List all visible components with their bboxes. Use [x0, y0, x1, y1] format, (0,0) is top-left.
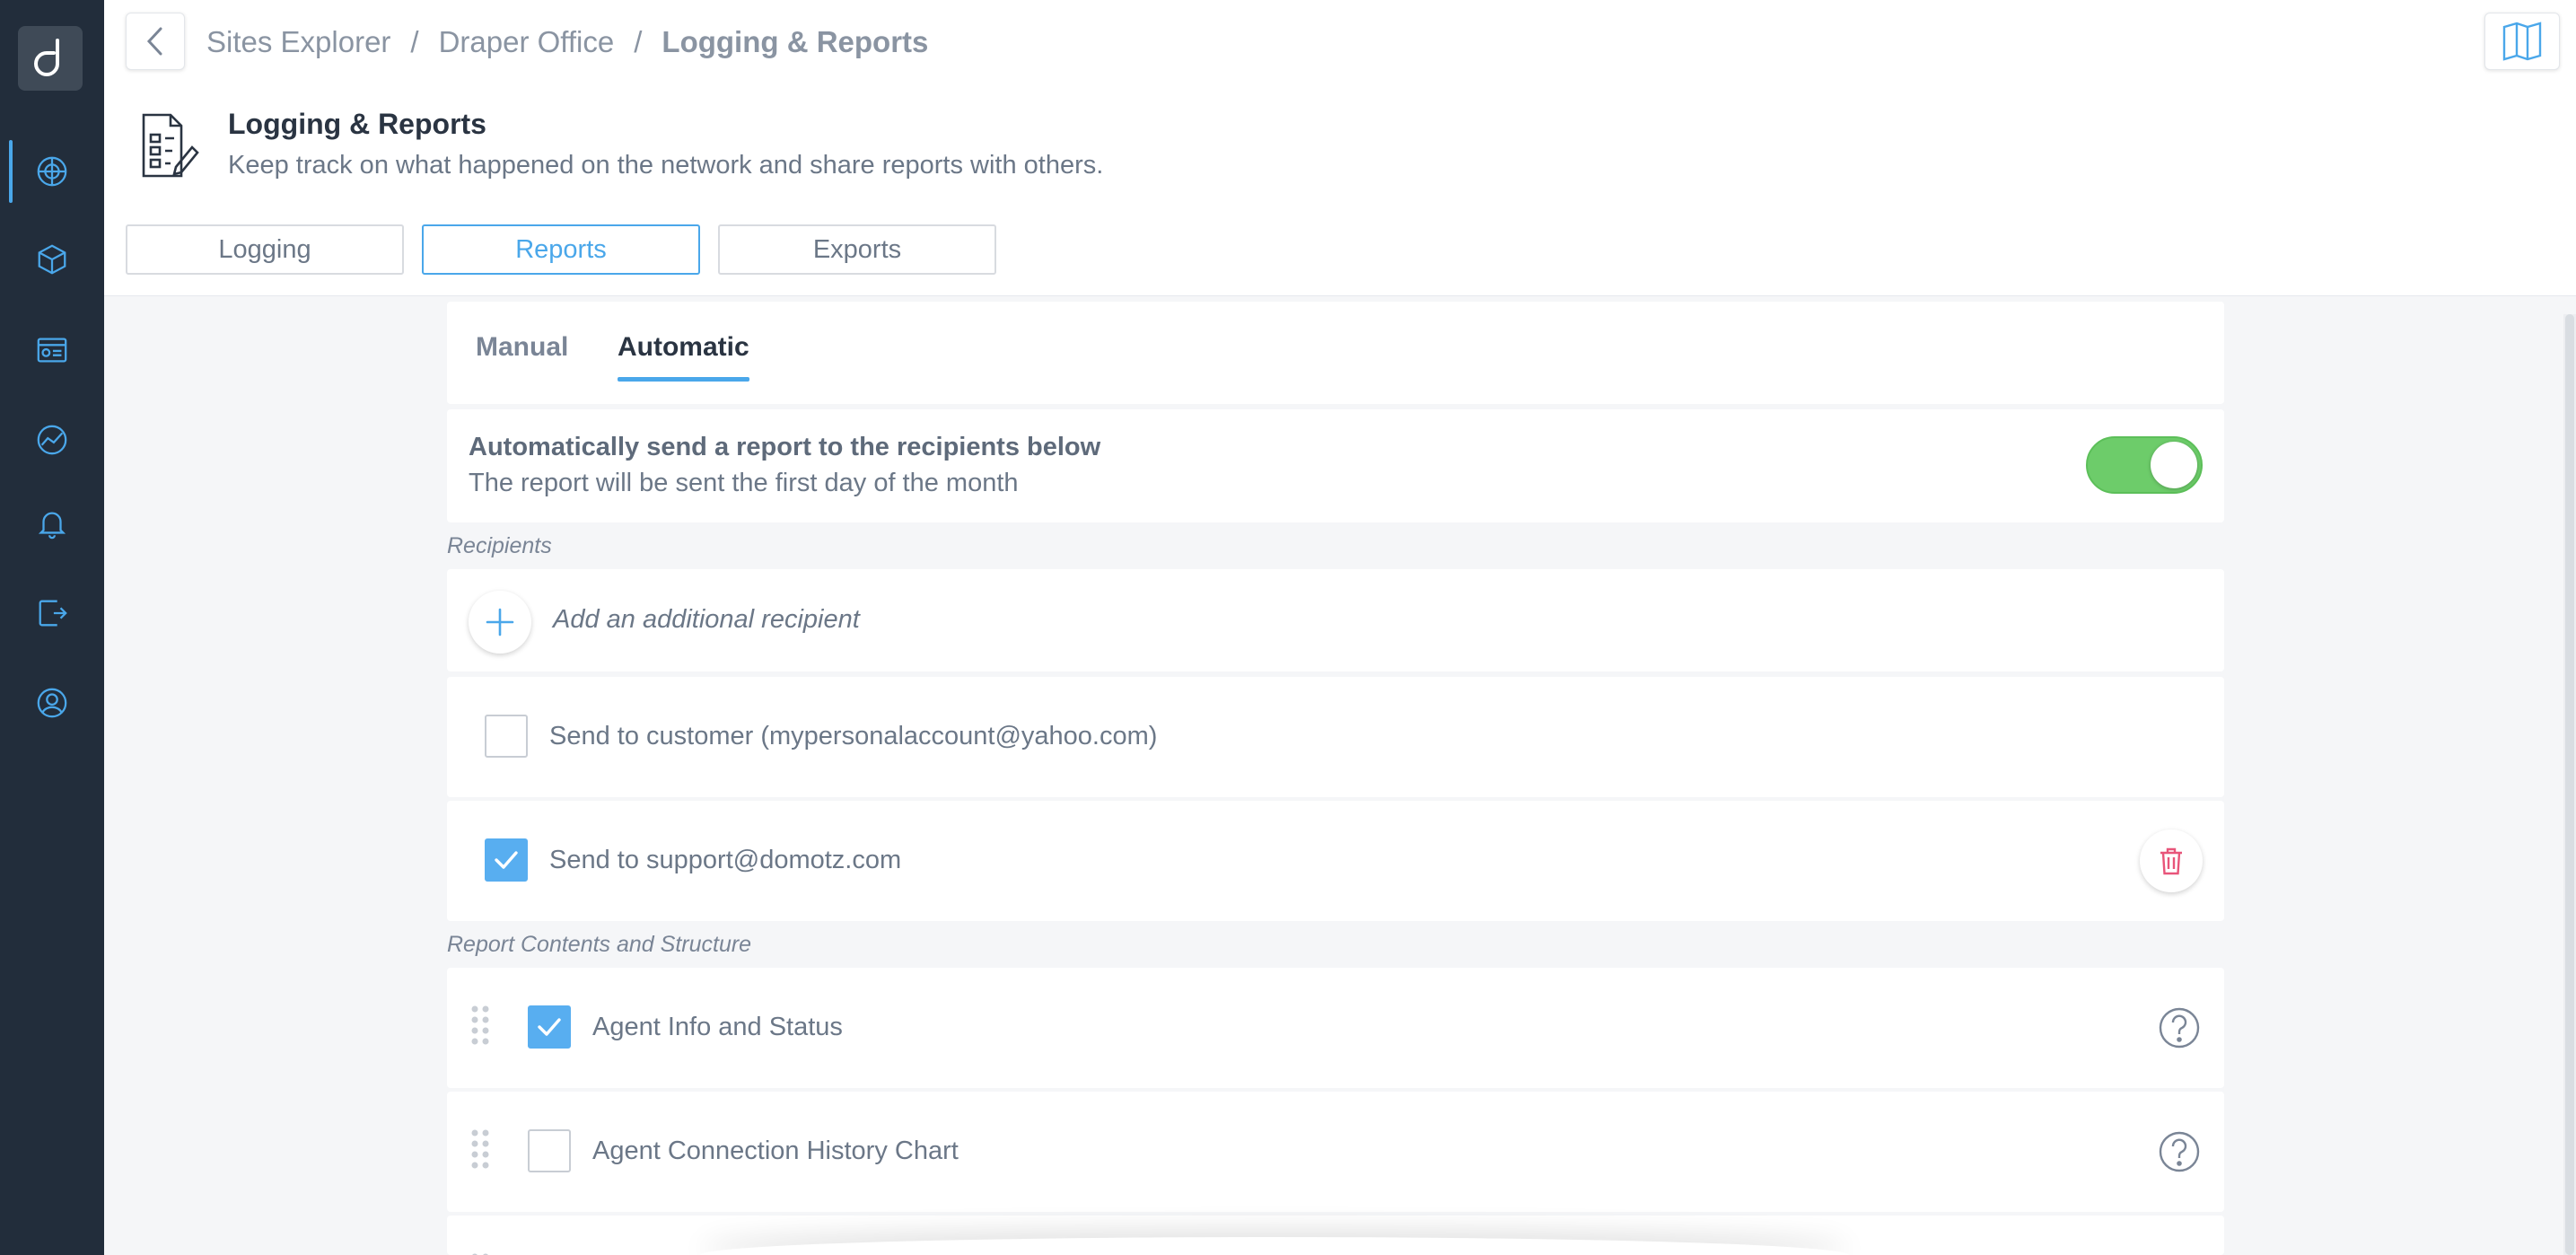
help-icon[interactable]	[2158, 1130, 2201, 1173]
scrollbar-thumb[interactable]	[2565, 314, 2574, 1255]
segment-reports[interactable]: Reports	[422, 224, 700, 275]
book-icon	[2502, 22, 2542, 61]
report-content-checkbox[interactable]	[528, 1005, 571, 1049]
tab-manual[interactable]: Manual	[476, 332, 568, 363]
auto-send-panel: Automatically send a report to the recip…	[447, 409, 2224, 522]
account-icon[interactable]	[0, 671, 104, 734]
monitoring-icon[interactable]	[0, 408, 104, 471]
report-document-icon	[142, 113, 199, 178]
drag-handle-icon[interactable]	[470, 1004, 490, 1047]
page-header: Sites Explorer / Draper Office / Logging…	[104, 0, 2576, 296]
report-content-label: Agent Connection History Chart	[592, 1137, 959, 1165]
report-content-row: Agent Connection History Chart	[447, 1092, 2224, 1212]
trash-icon	[2160, 847, 2182, 875]
breadcrumb: Sites Explorer / Draper Office / Logging…	[206, 25, 928, 59]
sidebar	[0, 0, 104, 1255]
auto-send-toggle[interactable]	[2086, 436, 2203, 494]
page-title: Logging & Reports	[228, 108, 486, 140]
network-globe-icon[interactable]	[0, 140, 104, 203]
segment-exports[interactable]: Exports	[718, 224, 996, 275]
breadcrumb-separator: /	[410, 25, 419, 58]
recipient-checkbox[interactable]	[485, 838, 528, 882]
check-icon	[495, 851, 518, 869]
report-contents-label: Report Contents and Structure	[447, 932, 752, 957]
page-scrollbar[interactable]	[2563, 314, 2576, 1255]
segment-logging[interactable]: Logging	[126, 224, 404, 275]
auto-send-description: The report will be sent the first day of…	[469, 469, 1019, 497]
drag-handle-icon[interactable]	[470, 1128, 490, 1171]
toggle-knob	[2151, 442, 2197, 488]
recipient-row: Send to customer (mypersonalaccount@yaho…	[447, 677, 2224, 797]
breadcrumb-current: Logging & Reports	[662, 25, 929, 58]
report-tabs: Manual Automatic	[447, 302, 2224, 404]
bell-icon[interactable]	[0, 492, 104, 555]
breadcrumb-site[interactable]: Draper Office	[439, 25, 615, 59]
plus-icon	[486, 608, 514, 636]
share-icon[interactable]	[0, 582, 104, 645]
chevron-left-icon	[146, 27, 162, 56]
auto-send-title: Automatically send a report to the recip…	[469, 433, 1101, 461]
back-button[interactable]	[126, 13, 185, 70]
report-content-row: Agent Info and Status	[447, 968, 2224, 1088]
breadcrumb-sites-explorer[interactable]: Sites Explorer	[206, 25, 390, 59]
book-button[interactable]	[2484, 13, 2560, 70]
page-subtitle: Keep track on what happened on the netwo…	[228, 151, 1104, 180]
delete-recipient-button[interactable]	[2140, 829, 2203, 892]
domotz-logo-icon[interactable]	[18, 26, 83, 91]
report-content-checkbox[interactable]	[528, 1129, 571, 1172]
recipient-label: Send to customer (mypersonalaccount@yaho…	[549, 722, 1158, 750]
breadcrumb-separator: /	[634, 25, 643, 58]
help-icon[interactable]	[2158, 1006, 2201, 1049]
recipient-label: Send to support@domotz.com	[549, 846, 902, 874]
check-icon	[538, 1018, 561, 1036]
cube-icon[interactable]	[0, 228, 104, 291]
tab-automatic[interactable]: Automatic	[618, 332, 749, 382]
recipients-label: Recipients	[447, 533, 552, 558]
add-recipient-row[interactable]: Add an additional recipient	[447, 569, 2224, 671]
drag-handle-icon[interactable]	[470, 1251, 490, 1255]
recipient-row: Send to support@domotz.com	[447, 801, 2224, 921]
recipient-checkbox[interactable]	[485, 715, 528, 758]
add-recipient-label[interactable]: Add an additional recipient	[553, 605, 860, 635]
add-recipient-button[interactable]	[469, 591, 531, 654]
dashboard-card-icon[interactable]	[0, 319, 104, 382]
report-content-label: Agent Info and Status	[592, 1013, 843, 1041]
